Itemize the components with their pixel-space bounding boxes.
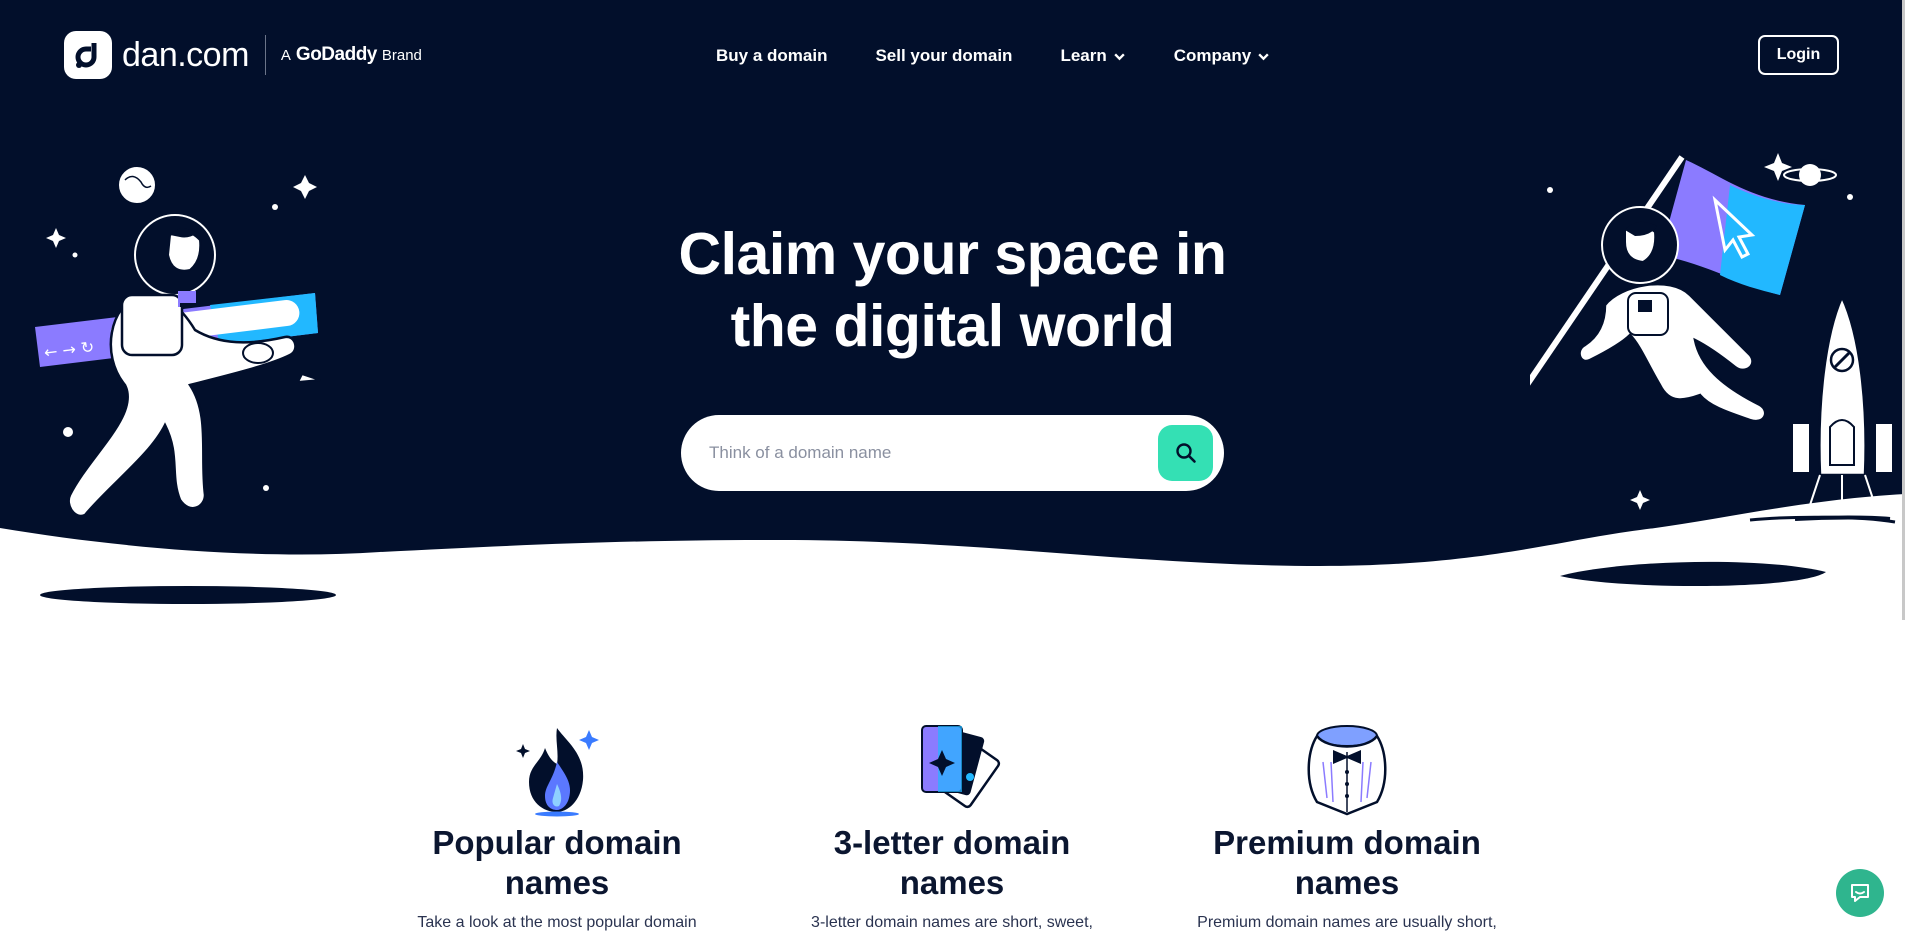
category-popular[interactable]: Popular domain names Take a look at the … (397, 722, 717, 933)
logo-divider (264, 35, 266, 75)
godaddy-brand: A GoDaddy Brand (281, 44, 422, 66)
nav-company[interactable]: Company (1174, 46, 1270, 66)
nav-label: Buy a domain (716, 46, 828, 65)
chat-icon (1851, 884, 1869, 902)
category-description: Take a look at the most popular domain (417, 914, 697, 931)
category-title: Premium domain names (1187, 823, 1507, 903)
headline-line-2: the digital world (730, 293, 1175, 359)
title-line-1: Premium domain (1213, 824, 1481, 861)
hero-headline: Claim your space in the digital world (0, 218, 1905, 362)
hero-section: ← → ↻ dan.com A GoDaddy Brand Buy a doma… (0, 0, 1905, 620)
nav-learn[interactable]: Learn (1060, 46, 1125, 66)
category-3-letter[interactable]: 3-letter domain names 3-letter domain na… (792, 722, 1112, 933)
nav-sell-domain[interactable]: Sell your domain (875, 46, 1012, 66)
chat-button[interactable] (1836, 869, 1884, 917)
search-button[interactable] (1158, 425, 1213, 481)
logo-text: dan.com (122, 35, 249, 74)
title-line-1: Popular domain (432, 824, 682, 861)
title-line-2: names (899, 864, 1005, 901)
dan-logo-icon (64, 31, 112, 79)
headline-line-1: Claim your space in (678, 221, 1227, 287)
category-premium[interactable]: Premium domain names Premium domain name… (1187, 722, 1507, 933)
domain-search-input[interactable] (709, 437, 1129, 469)
nav-label: Company (1173, 46, 1252, 65)
playing-cards-icon (921, 725, 1001, 809)
nav-label: Sell your domain (875, 46, 1013, 65)
brand-suffix: Brand (381, 47, 422, 64)
category-description: 3-letter domain names are short, sweet, (811, 914, 1093, 931)
category-description: Premium domain names are usually short, (1197, 914, 1497, 931)
title-line-1: 3-letter domain (833, 824, 1071, 861)
site-logo[interactable]: dan.com A GoDaddy Brand (64, 31, 422, 79)
category-title: Popular domain names (397, 823, 717, 903)
chevron-down-icon (1258, 52, 1269, 60)
domain-search-bar (681, 415, 1224, 491)
tuxedo-collar-icon (1307, 725, 1387, 816)
search-icon (1175, 443, 1196, 463)
brand-name: GoDaddy (295, 44, 377, 65)
chevron-down-icon (1114, 52, 1125, 60)
nav-buy-domain[interactable]: Buy a domain (716, 46, 827, 66)
title-line-2: names (504, 864, 610, 901)
nav-label: Learn (1060, 46, 1107, 65)
main-nav: Buy a domain Sell your domain Learn Comp… (716, 46, 1270, 66)
category-title: 3-letter domain names (792, 823, 1112, 903)
flame-icon (516, 728, 599, 817)
title-line-2: names (1294, 864, 1400, 901)
login-button[interactable]: Login (1758, 35, 1839, 75)
brand-prefix: A (280, 47, 291, 64)
